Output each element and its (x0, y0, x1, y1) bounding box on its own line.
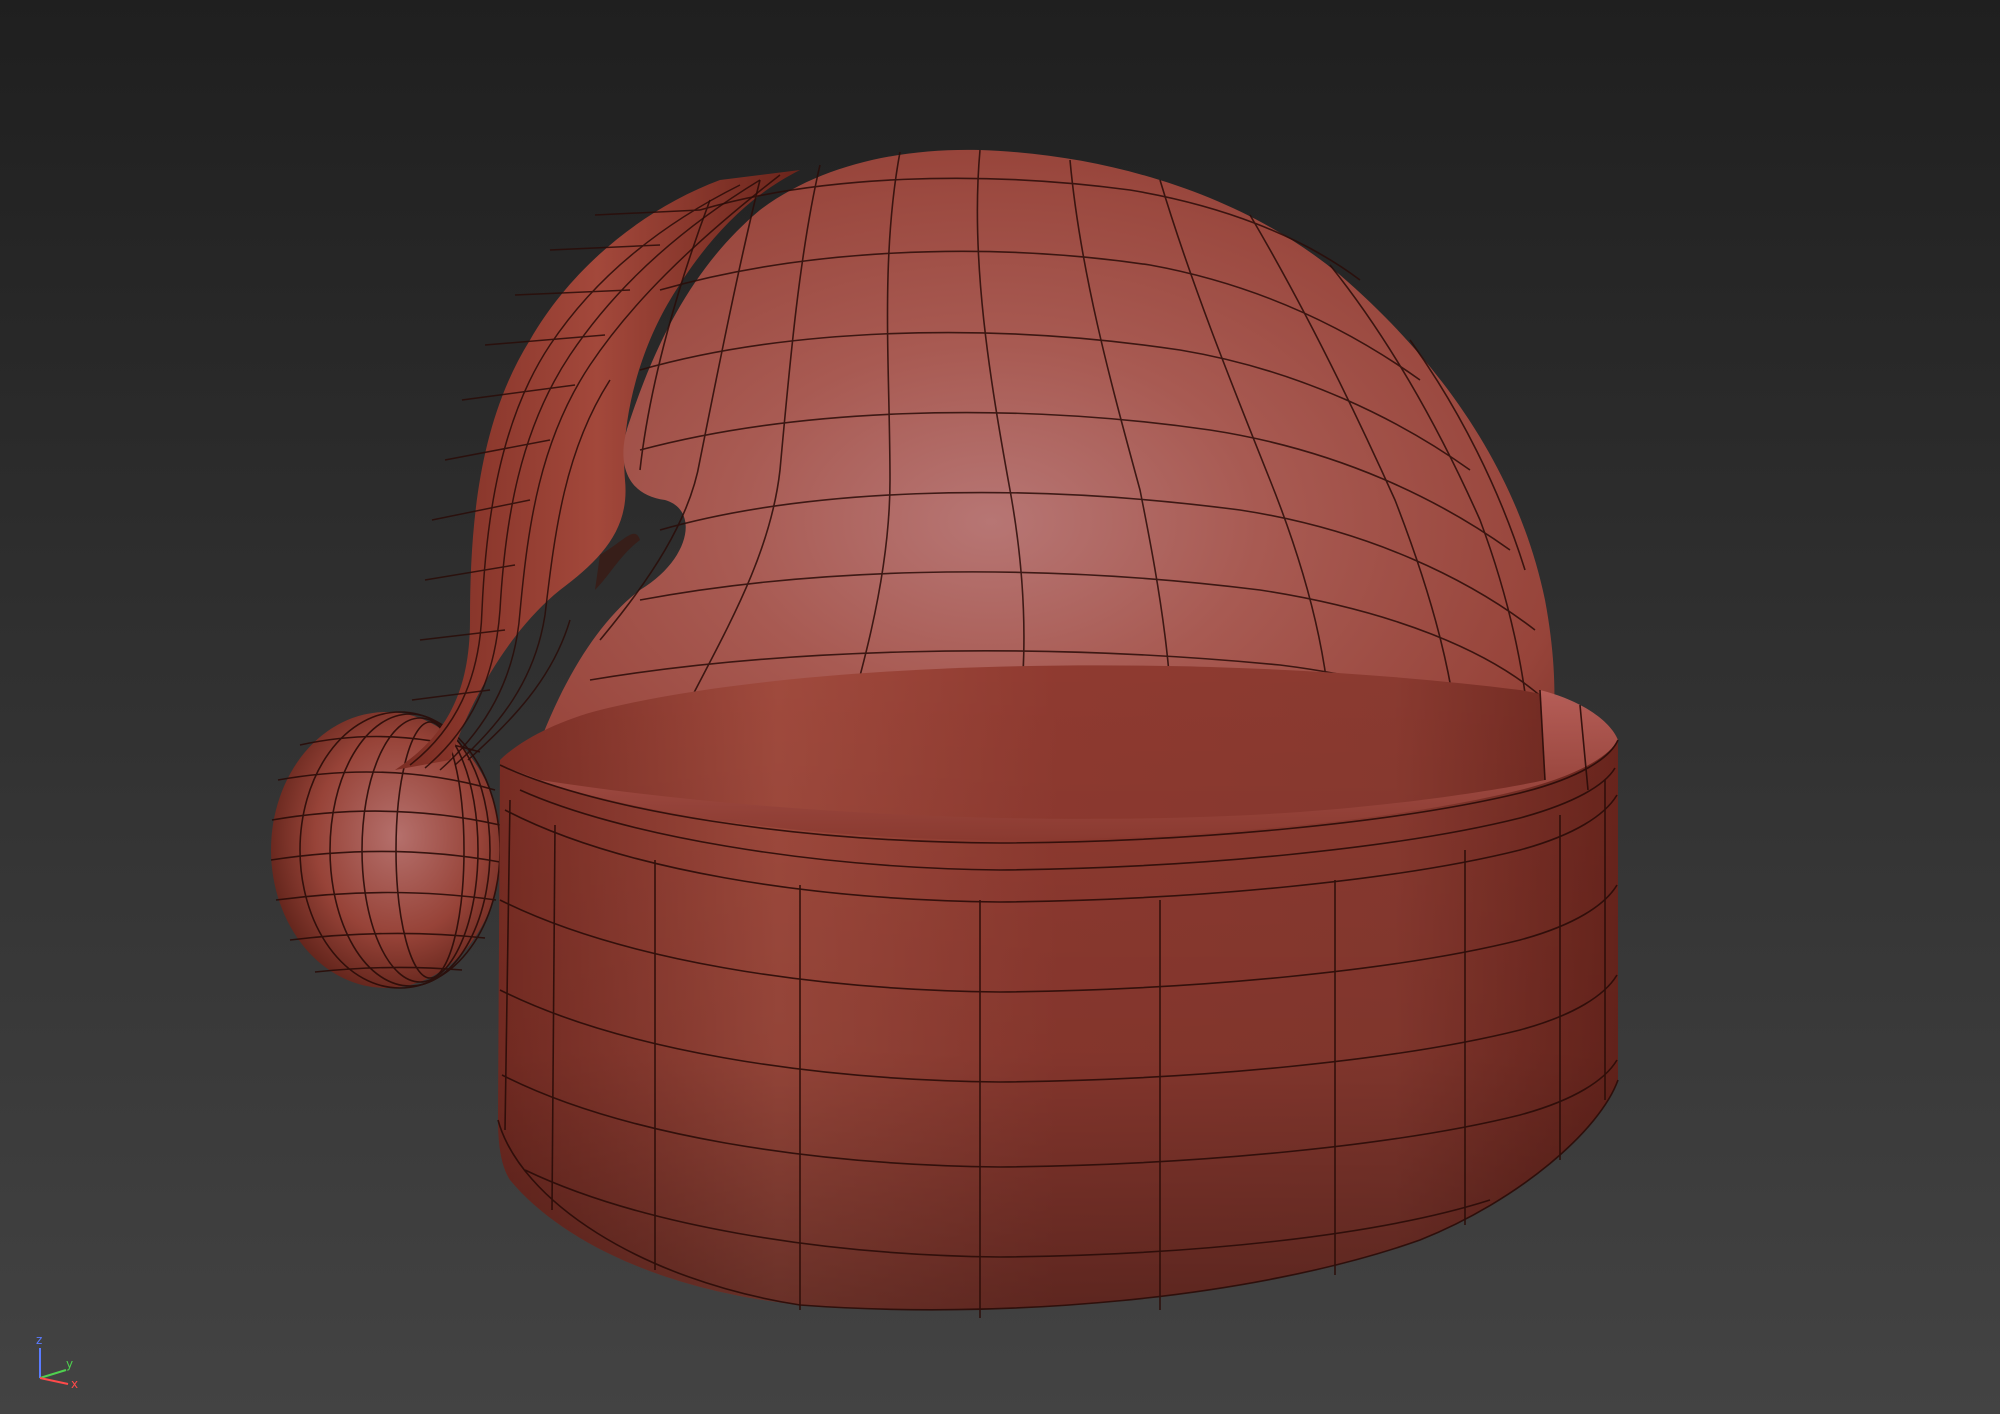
y-axis-line (39, 1369, 67, 1379)
x-axis-label: x (71, 1377, 78, 1390)
y-axis-label: y (66, 1357, 73, 1371)
3d-viewport[interactable]: z y x (0, 0, 2000, 1414)
x-axis-line (39, 1377, 69, 1385)
hat-band[interactable] (497, 665, 1619, 1318)
santa-hat-model[interactable] (0, 0, 2000, 1414)
axis-gizmo[interactable]: z y x (28, 1330, 88, 1390)
z-axis-label: z (36, 1333, 42, 1347)
